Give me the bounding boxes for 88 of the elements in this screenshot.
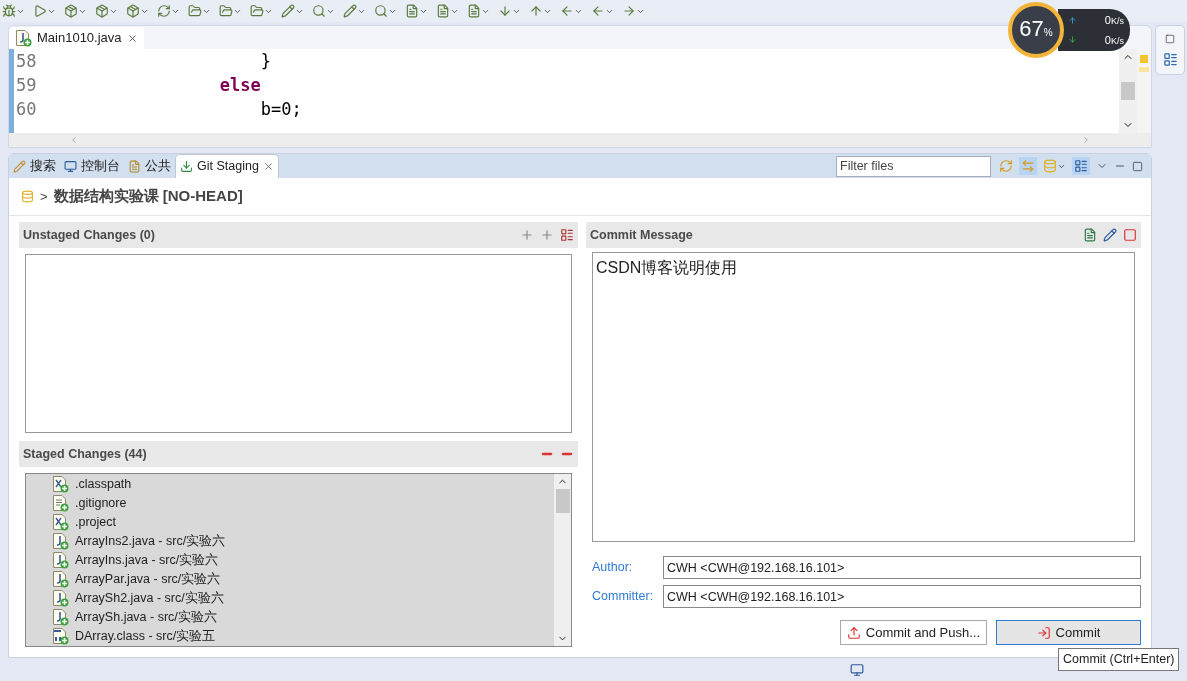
document-icon	[128, 159, 141, 173]
file-item[interactable]: DArray.class - src/实验五	[52, 627, 554, 646]
document-icon[interactable]	[405, 4, 419, 18]
file-item[interactable]: ArraySh2.java - src/实验六	[52, 589, 554, 608]
editor-tab[interactable]: Main1010.java	[9, 27, 144, 49]
author-label: Author:	[592, 559, 634, 577]
search-icon[interactable]	[374, 4, 388, 18]
line-number: 58	[15, 50, 38, 73]
pen-icon[interactable]	[343, 4, 357, 18]
pencil-icon[interactable]	[1103, 228, 1117, 242]
arrow-right-icon[interactable]	[622, 4, 636, 18]
download-arrow-icon	[1068, 35, 1077, 45]
document-icon[interactable]	[1083, 228, 1097, 242]
file-item[interactable]: ArrayIns2.java - src/实验六	[52, 532, 554, 551]
document-icon[interactable]	[436, 4, 450, 18]
committer-label: Committer:	[592, 588, 655, 606]
layout-icon[interactable]	[1072, 157, 1090, 175]
file-item[interactable]: ArrayIns.java - src/实验六	[52, 551, 554, 570]
warning-marker-icon	[1140, 55, 1148, 63]
upload-arrow-icon	[1068, 15, 1077, 25]
warning-marker-icon	[1139, 67, 1149, 72]
java-file-icon	[52, 533, 69, 550]
committer-field[interactable]: CWH <CWH@192.168.16.101>	[663, 585, 1141, 608]
class-file-icon	[52, 628, 69, 645]
author-field[interactable]: CWH <CWH@192.168.16.101>	[663, 556, 1141, 579]
play-icon[interactable]	[33, 4, 47, 18]
view-tab[interactable]: 控制台	[60, 154, 124, 178]
filter-field[interactable]: Filter files	[836, 155, 991, 177]
java-file-icon	[52, 609, 69, 626]
refresh-icon[interactable]	[157, 4, 171, 18]
view-tab[interactable]: 公共	[124, 154, 175, 178]
folder-icon[interactable]	[219, 4, 233, 18]
section-title: Unstaged Changes (0)	[23, 226, 155, 244]
file-item[interactable]: ArrayPar.java - src/实验六	[52, 570, 554, 589]
arrow-left-icon[interactable]	[591, 4, 605, 18]
restore-icon[interactable]	[1165, 33, 1175, 44]
view-tab[interactable]: Git Staging	[175, 154, 279, 178]
download-icon	[180, 160, 193, 173]
file-item[interactable]: .classpath	[52, 475, 554, 494]
upload-speed: 0K/s	[1104, 13, 1124, 28]
file-item[interactable]: .gitignore	[52, 494, 554, 513]
text-file-icon	[52, 495, 69, 512]
section-title: Commit Message	[590, 226, 693, 244]
code-line: b=0;	[259, 98, 302, 121]
database-icon	[21, 190, 34, 203]
login-icon	[1036, 625, 1051, 640]
code-line: else	[218, 74, 261, 97]
scroll-thumb[interactable]	[1121, 82, 1135, 100]
upload-icon	[846, 625, 861, 640]
file-item[interactable]: .project	[52, 513, 554, 532]
commit-and-push-button[interactable]: Commit and Push...	[839, 620, 987, 645]
close-icon[interactable]	[126, 32, 138, 44]
java-file-icon	[15, 29, 32, 47]
commit-button[interactable]: Commit	[996, 620, 1141, 645]
monitor-icon[interactable]	[850, 662, 864, 677]
java-file-icon	[52, 571, 69, 588]
xml-file-icon	[52, 514, 69, 531]
code-line: }	[259, 50, 271, 73]
close-icon[interactable]	[262, 161, 274, 172]
package-icon[interactable]	[126, 4, 140, 18]
maximize-icon[interactable]	[1132, 160, 1143, 172]
document-icon[interactable]	[467, 4, 481, 18]
folder-icon[interactable]	[250, 4, 264, 18]
section-title: Staged Changes (44)	[23, 445, 147, 463]
pen-icon	[13, 159, 26, 173]
pen-icon[interactable]	[281, 4, 295, 18]
arrow-down-icon[interactable]	[498, 4, 512, 18]
breadcrumb-separator: >	[40, 187, 48, 206]
search-icon[interactable]	[312, 4, 326, 18]
line-number: 60	[15, 98, 38, 121]
repository-title: 数据结构实验课 [NO-HEAD]	[53, 186, 243, 207]
arrow-left-icon[interactable]	[560, 4, 574, 18]
monitor-icon	[64, 159, 77, 173]
xml-file-icon	[52, 476, 69, 493]
tooltip: Commit (Ctrl+Enter)	[1058, 648, 1180, 671]
commit-message-field[interactable]: CSDN博客说明使用	[592, 252, 1135, 542]
folder-icon[interactable]	[188, 4, 202, 18]
file-item[interactable]: ArraySh.java - src/实验六	[52, 608, 554, 627]
bug-icon[interactable]	[2, 4, 16, 18]
outline-icon[interactable]	[1162, 51, 1178, 67]
line-number: 59	[15, 74, 38, 97]
java-file-icon	[52, 552, 69, 569]
java-file-icon	[52, 590, 69, 607]
scroll-thumb[interactable]	[555, 489, 570, 513]
package-icon[interactable]	[64, 4, 78, 18]
download-speed: 0K/s	[1104, 32, 1124, 48]
package-icon[interactable]	[95, 4, 109, 18]
view-tab[interactable]: 搜索	[9, 154, 60, 178]
